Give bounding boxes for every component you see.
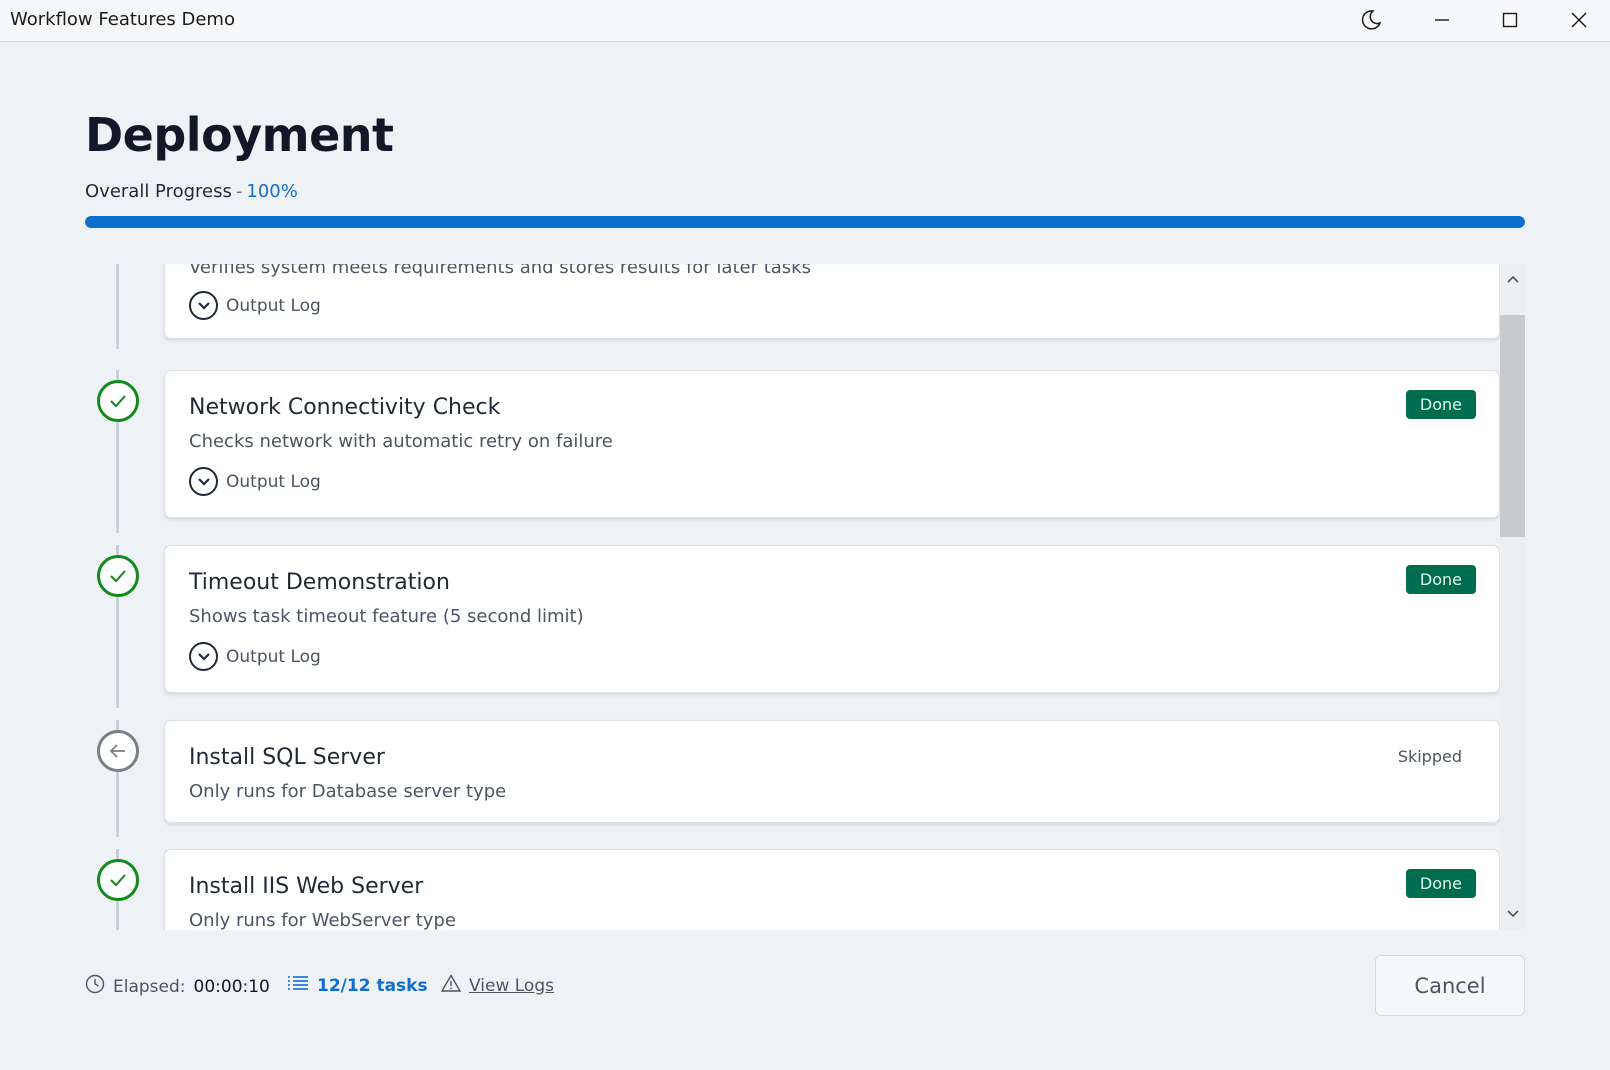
output-log-label: Output Log	[226, 646, 321, 667]
task-description: Checks network with automatic retry on f…	[189, 431, 613, 452]
view-logs-link[interactable]: View Logs	[440, 974, 554, 997]
task-card: Install IIS Web Server Done Only runs fo…	[164, 849, 1500, 930]
task-title: Network Connectivity Check	[189, 395, 501, 420]
tasks-count-link[interactable]: 12/12 tasks	[287, 974, 428, 997]
maximize-button[interactable]	[1476, 0, 1544, 40]
task-title: Install SQL Server	[189, 745, 385, 770]
progress-label-text: Overall Progress	[85, 181, 232, 202]
title-bar: Workflow Features Demo	[0, 0, 1610, 42]
minimize-button[interactable]	[1408, 0, 1476, 40]
skip-arrow-icon	[97, 730, 139, 772]
overall-progress-bar	[85, 216, 1525, 228]
status-badge-done: Done	[1405, 390, 1476, 419]
minimize-icon	[1434, 12, 1450, 28]
theme-toggle-button[interactable]	[1337, 0, 1405, 40]
task-card: Network Connectivity Check Done Checks n…	[164, 370, 1500, 518]
output-log-label: Output Log	[226, 295, 321, 316]
close-icon	[1571, 12, 1587, 28]
chevron-down-icon	[189, 467, 218, 496]
task-card: Install SQL Server Skipped Only runs for…	[164, 720, 1500, 823]
chevron-down-icon	[189, 291, 218, 320]
output-log-toggle[interactable]: Output Log	[189, 467, 321, 496]
output-log-label: Output Log	[226, 471, 321, 492]
elapsed-label: Elapsed:	[113, 976, 186, 997]
task-description: Verifies system meets requirements and s…	[189, 264, 811, 278]
timeline-line	[116, 264, 119, 349]
output-log-toggle[interactable]: Output Log	[189, 642, 321, 671]
tasks-count: 12/12 tasks	[317, 975, 428, 996]
task-description: Only runs for Database server type	[189, 781, 507, 802]
check-circle-icon	[97, 555, 139, 597]
warning-icon	[440, 974, 462, 997]
chevron-down-icon	[189, 642, 218, 671]
status-badge-done: Done	[1405, 565, 1476, 594]
task-card: Verifies system meets requirements and s…	[164, 264, 1500, 339]
check-circle-icon	[97, 859, 139, 901]
status-badge-skipped: Skipped	[1397, 747, 1462, 766]
task-title: Install IIS Web Server	[189, 874, 424, 899]
progress-bar-fill	[85, 216, 1525, 228]
scrollbar-thumb[interactable]	[1500, 315, 1525, 537]
status-badge-done: Done	[1405, 869, 1476, 898]
output-log-toggle[interactable]: Output Log	[189, 291, 321, 320]
progress-percent: 100%	[246, 181, 298, 202]
task-list[interactable]: Verifies system meets requirements and s…	[85, 264, 1525, 930]
task-description: Shows task timeout feature (5 second lim…	[189, 606, 584, 627]
progress-separator: -	[235, 181, 243, 202]
moon-icon	[1360, 9, 1382, 31]
page-title: Deployment	[85, 108, 394, 162]
check-circle-icon	[97, 380, 139, 422]
task-description: Only runs for WebServer type	[189, 910, 456, 930]
elapsed-value: 00:00:10	[193, 976, 270, 997]
scroll-down-icon[interactable]	[1505, 906, 1520, 921]
scroll-up-icon[interactable]	[1505, 272, 1520, 287]
view-logs-label: View Logs	[469, 975, 554, 996]
task-card: Timeout Demonstration Done Shows task ti…	[164, 545, 1500, 693]
elapsed-time: Elapsed: 00:00:10	[85, 974, 270, 999]
window-title: Workflow Features Demo	[10, 9, 235, 30]
clock-icon	[85, 974, 105, 999]
cancel-button[interactable]: Cancel	[1375, 955, 1525, 1016]
maximize-icon	[1502, 12, 1518, 28]
list-icon	[287, 974, 309, 997]
task-list-scrollbar[interactable]	[1500, 264, 1525, 930]
overall-progress-label: Overall Progress -100%	[85, 181, 298, 202]
close-button[interactable]	[1545, 0, 1610, 40]
task-title: Timeout Demonstration	[189, 570, 450, 595]
